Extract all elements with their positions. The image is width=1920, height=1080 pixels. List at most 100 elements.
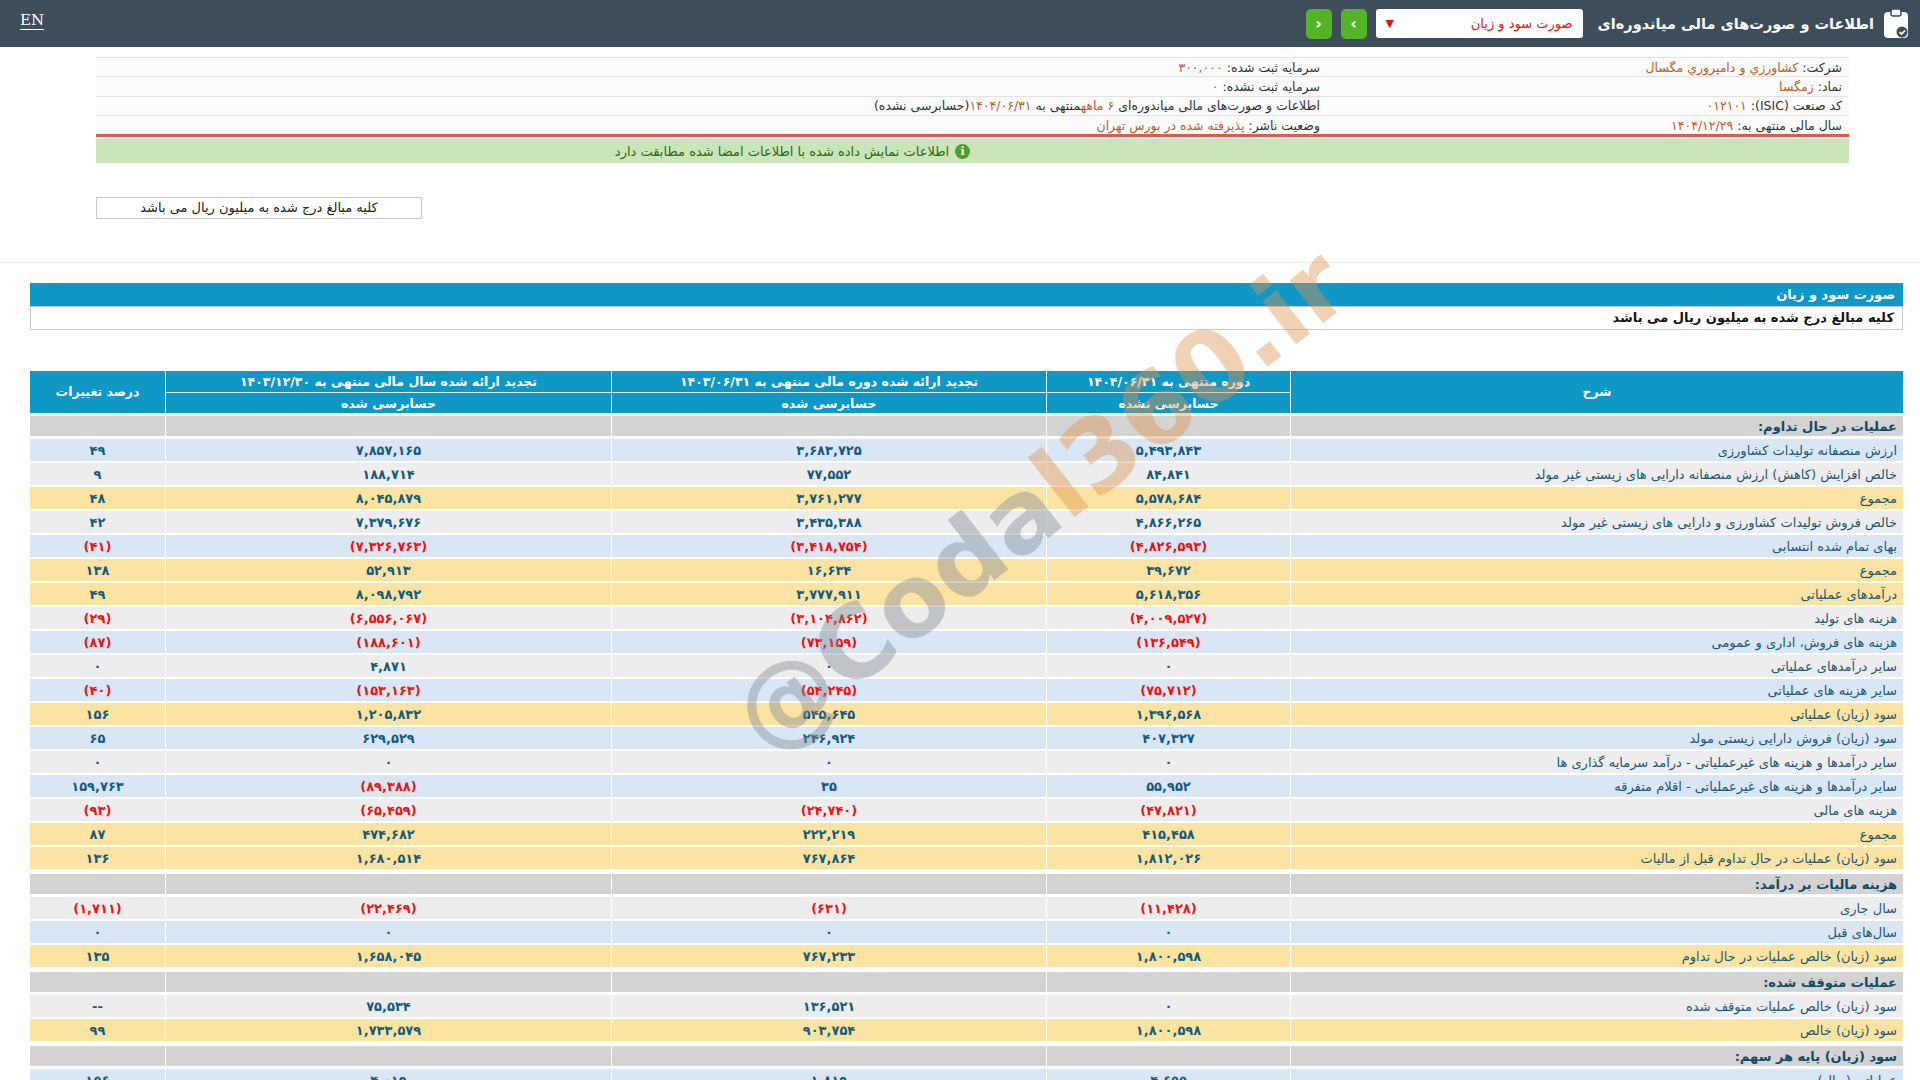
section-divider xyxy=(0,262,1920,263)
info-row: نماد: زمگساسرمایه ثبت نشده: ۰ xyxy=(96,77,1849,96)
info-value: ۱۴۰۴/۱۲/۲۹ xyxy=(1671,118,1733,133)
value-current: (۷۵,۷۱۲) xyxy=(1046,679,1290,701)
row-label: هزینه های تولید xyxy=(1290,607,1903,629)
value-year: ۸,۰۹۸,۷۹۲ xyxy=(165,583,611,605)
value-prior: (۷۳,۱۵۹) xyxy=(611,631,1046,653)
value-current: ۴,۸۶۶,۲۶۵ xyxy=(1046,511,1290,533)
value-year: (۱۵۳,۱۶۳) xyxy=(165,679,611,701)
info-label: سرمایه ثبت نشده: xyxy=(1223,79,1320,94)
chevron-down-icon: ▼ xyxy=(1386,17,1394,30)
table-row: سایر درآمدها و هزینه های غیرعملیاتی - اق… xyxy=(30,775,1903,799)
row-label: درآمدهای عملیاتی xyxy=(1290,583,1903,605)
row-label: سال‌های قبل xyxy=(1290,921,1903,943)
info-value: منتهی به xyxy=(1032,98,1081,113)
value-percent: (۴۱) xyxy=(30,535,165,557)
table-row: سایر درآمدهای عملیاتی۰۰۴,۸۷۱۰ xyxy=(30,655,1903,679)
value-prior: ۲۲۲,۲۱۹ xyxy=(611,823,1046,845)
table-row: سال جاری(۱۱,۴۲۸)(۶۳۱)(۲۲,۴۶۹)(۱,۷۱۱) xyxy=(30,897,1903,921)
statement-select[interactable]: صورت سود و زیان ▼ xyxy=(1376,9,1583,38)
header-audit-year: حسابرسی شده xyxy=(165,392,611,413)
row-label: سایر درآمدها و هزینه های غیرعملیاتی - اق… xyxy=(1290,775,1903,797)
table-row: ارزش منصفانه تولیدات کشاورزی۵,۴۹۳,۸۴۳۳,۶… xyxy=(30,439,1903,463)
value-year: ۷۵,۵۳۴ xyxy=(165,995,611,1017)
value-year: ۴,۸۷۱ xyxy=(165,655,611,677)
value-percent: ۴۸ xyxy=(30,487,165,509)
value-percent: ۰ xyxy=(30,921,165,943)
value-percent: ۱۳۶ xyxy=(30,847,165,869)
value-current: ۵۵,۹۵۲ xyxy=(1046,775,1290,797)
value-year: ۸,۰۴۵,۸۷۹ xyxy=(165,487,611,509)
value-current: ۰ xyxy=(1046,995,1290,1017)
value-prior: ۱۳۶,۵۲۱ xyxy=(611,995,1046,1017)
info-value: ۰ xyxy=(1212,79,1219,94)
info-value: ۶ ماهه xyxy=(1081,98,1115,113)
value-year: ۷,۸۵۷,۱۶۵ xyxy=(165,439,611,461)
table-row: خالص فروش تولیدات کشاورزی و دارایی های ز… xyxy=(30,511,1903,535)
value-prior: ۰ xyxy=(611,921,1046,943)
value-percent: ۴۹ xyxy=(30,583,165,605)
table-amounts-note: کلیه مبالغ درج شده به میلیون ریال می باش… xyxy=(30,306,1903,330)
value-current: (۴,۸۲۶,۵۹۳) xyxy=(1046,535,1290,557)
row-label: بهای تمام شده انتسابی xyxy=(1290,535,1903,557)
row-label: سود (زیان) پایه هر سهم: xyxy=(1290,1046,1903,1066)
value-current: ۵,۵۷۸,۶۸۴ xyxy=(1046,487,1290,509)
value-prior: ۷۷,۵۵۲ xyxy=(611,463,1046,485)
table-row: سال‌های قبل۰۰۰۰ xyxy=(30,921,1903,945)
value-current: ۱,۸۱۲,۰۲۶ xyxy=(1046,847,1290,869)
value-prior: (۳,۱۰۴,۸۶۲) xyxy=(611,607,1046,629)
value-percent: ۹ xyxy=(30,463,165,485)
value-prior: ۷۶۷,۸۶۴ xyxy=(611,847,1046,869)
header-period-prior: تجدید ارائه شده دوره مالی منتهی به ۱۴۰۳/… xyxy=(611,371,1046,392)
language-switch-en[interactable]: EN xyxy=(20,11,44,29)
value-current: ۴۱۵,۴۵۸ xyxy=(1046,823,1290,845)
value-current: ۸۴,۸۴۱ xyxy=(1046,463,1290,485)
value-current: ۴,۶۵۵ xyxy=(1046,1069,1290,1080)
value-current: ۵,۶۱۸,۳۵۶ xyxy=(1046,583,1290,605)
previous-statement-button[interactable]: ‹ xyxy=(1306,9,1332,39)
value-year: ۷,۳۷۹,۶۷۶ xyxy=(165,511,611,533)
info-value: (حسابرسی نشده) xyxy=(874,98,969,113)
value-prior: (۲۴,۷۴۰) xyxy=(611,799,1046,821)
table-row: سایر درآمدها و هزینه های غیرعملیاتی - در… xyxy=(30,751,1903,775)
value-current: ۱,۸۰۰,۵۹۸ xyxy=(1046,945,1290,967)
info-label: شرکت: xyxy=(1802,60,1842,75)
value-current: ۰ xyxy=(1046,751,1290,773)
amounts-note-box: کلیه مبالغ درج شده به میلیون ریال می باش… xyxy=(96,197,422,219)
value-year: ۴۷۴,۶۸۲ xyxy=(165,823,611,845)
section-row: عملیات در حال تداوم: xyxy=(30,413,1903,439)
value-current: ۱,۸۰۰,۵۹۸ xyxy=(1046,1019,1290,1041)
row-label: عملیاتی (ریال) xyxy=(1290,1069,1903,1080)
row-label: عملیات متوقف شده: xyxy=(1290,972,1903,992)
value-percent: (۸۷) xyxy=(30,631,165,653)
header-period-year: تجدید ارائه شده سال مالی منتهی به ۱۴۰۳/۱… xyxy=(165,371,611,392)
value-year: ۱۸۸,۷۱۴ xyxy=(165,463,611,485)
row-label: سود (زیان) خالص عملیات در حال تداوم xyxy=(1290,945,1903,967)
value-current: ۴۰۷,۳۲۷ xyxy=(1046,727,1290,749)
info-value: اطلاعات و صورت‌های مالی میاندوره‌ای xyxy=(1114,98,1320,113)
header-percent-change: درصد تغییرات xyxy=(30,371,165,413)
row-label: سود (زیان) فروش دارایی زیستی مولد xyxy=(1290,727,1903,749)
next-statement-button[interactable]: › xyxy=(1341,9,1367,39)
value-prior: ۳,۶۸۳,۷۲۵ xyxy=(611,439,1046,461)
info-label: نماد: xyxy=(1818,79,1842,94)
table-row: سایر هزینه های عملیاتی(۷۵,۷۱۲)(۵۴,۲۴۵)(۱… xyxy=(30,679,1903,703)
value-percent: ۱۳۸ xyxy=(30,559,165,581)
row-label: مجموع xyxy=(1290,487,1903,509)
table-row: هزینه های مالی(۴۷,۸۲۱)(۲۴,۷۴۰)(۶۵,۴۵۹)(۹… xyxy=(30,799,1903,823)
info-row: سال مالی منتهی به: ۱۴۰۴/۱۲/۲۹وضعیت ناشر:… xyxy=(96,116,1849,135)
value-prior: ۳,۷۷۷,۹۱۱ xyxy=(611,583,1046,605)
value-current: ۵,۴۹۳,۸۴۳ xyxy=(1046,439,1290,461)
table-row: سود (زیان) خالص۱,۸۰۰,۵۹۸۹۰۳,۷۵۴۱,۷۳۳,۵۷۹… xyxy=(30,1019,1903,1043)
value-percent: (۴۰) xyxy=(30,679,165,701)
value-year: ۶۲۹,۵۲۹ xyxy=(165,727,611,749)
info-value: ۰۱۲۱۰۱ xyxy=(1707,98,1747,113)
value-prior: ۳,۷۶۱,۲۷۷ xyxy=(611,487,1046,509)
value-current: ۱,۳۹۶,۵۶۸ xyxy=(1046,703,1290,725)
value-current: ۳۹,۶۷۲ xyxy=(1046,559,1290,581)
table-row: مجموع۴۱۵,۴۵۸۲۲۲,۲۱۹۴۷۴,۶۸۲۸۷ xyxy=(30,823,1903,847)
info-label: کد صنعت (ISIC): xyxy=(1751,98,1842,113)
row-label: ارزش منصفانه تولیدات کشاورزی xyxy=(1290,439,1903,461)
row-label: هزینه های مالی xyxy=(1290,799,1903,821)
row-label: عملیات در حال تداوم: xyxy=(1290,416,1903,436)
value-current: (۱۱,۴۲۸) xyxy=(1046,897,1290,919)
